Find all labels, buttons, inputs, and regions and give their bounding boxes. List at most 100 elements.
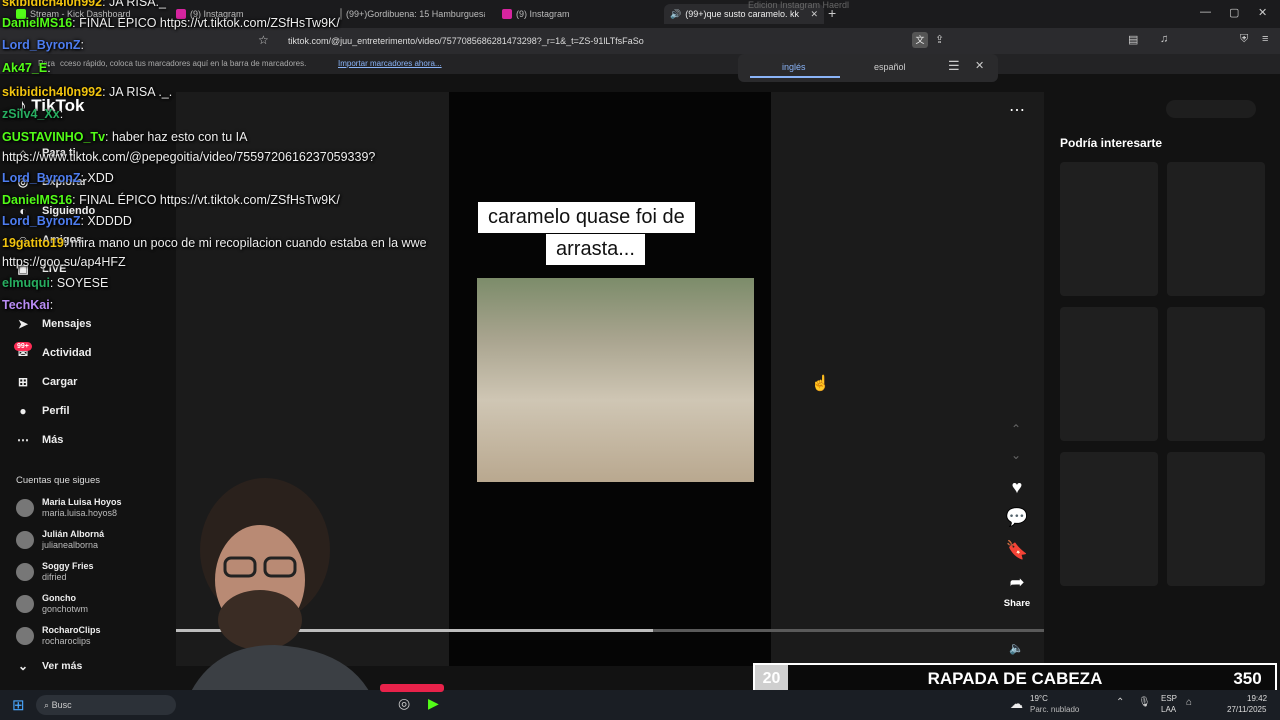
send-icon: ➤ — [17, 317, 29, 331]
chat-message: https://www.tiktok.com/@pepegoitia/video… — [2, 150, 376, 164]
taskbar-app-indicator — [380, 684, 444, 692]
chat-message: GUSTAVINHO_Tv: haber haz esto con tu IA — [2, 130, 248, 144]
chat-message: Lord_ByronZ: — [2, 38, 84, 52]
chevron-down-icon: ⌄ — [17, 659, 29, 673]
caption-line-2: arrasta... — [546, 234, 645, 265]
avatar — [16, 627, 34, 645]
lang-spanish-tab[interactable]: español — [874, 62, 906, 72]
goal-title: RAPADA DE CABEZA — [927, 669, 1103, 688]
followed-account[interactable]: Soggy Fries difried — [16, 561, 94, 583]
taskbar-search[interactable]: ⌕ Busc — [36, 695, 176, 715]
panel-controls — [1166, 100, 1256, 118]
language-indicator[interactable]: ESP — [1161, 694, 1177, 703]
music-icon[interactable]: ♫ — [1160, 33, 1168, 45]
activity-badge: 99+ — [14, 342, 32, 351]
shield-icon[interactable]: ⛨ — [1240, 33, 1248, 46]
volume-icon[interactable]: 🔈 — [1009, 641, 1024, 655]
recommended-video[interactable] — [1060, 307, 1158, 441]
video-caption: caramelo quase foi de arrasta... — [478, 202, 726, 266]
chat-message: Lord_ByronZ: XDD — [2, 171, 114, 185]
video-frame — [477, 278, 754, 482]
kick-taskbar-icon[interactable]: ▶ — [428, 695, 439, 712]
followed-account[interactable]: RocharoClips rocharoclips — [16, 625, 101, 647]
chat-message: DanielMS16: FINAL ÉPICO https://vt.tikto… — [2, 16, 340, 30]
chat-message: DanielMS16: FINAL ÉPICO https://vt.tikto… — [2, 193, 340, 207]
caption-line-1: caramelo quase foi de — [478, 202, 695, 233]
recommended-video[interactable] — [1060, 452, 1158, 586]
bookmarks-bar: Para cceso rápido, coloca tus marcadores… — [0, 54, 1280, 74]
translate-menu-icon[interactable]: ☰ — [948, 58, 960, 74]
share-icon[interactable]: ➦ — [1004, 572, 1030, 593]
chat-message: Lord_ByronZ: XDDDD — [2, 214, 132, 228]
clock-date: 27/11/2025 — [1227, 705, 1267, 714]
chat-message: zSilv4_Xx: — [2, 107, 64, 121]
goal-number: 20 — [755, 665, 788, 693]
clock-time[interactable]: 19:42 — [1247, 694, 1267, 703]
chat-message: skibidich4l0n992: JA RISA._ — [2, 0, 166, 9]
goal-value: 350 — [1233, 669, 1262, 688]
avatar — [16, 531, 34, 549]
import-bookmarks-link[interactable]: Importar marcadores ahora... — [338, 59, 442, 68]
followed-account[interactable]: Julián Alborná julianealborna — [16, 529, 104, 551]
chat-message: https://goo.su/ap4HFZ — [2, 255, 126, 269]
avatar — [16, 499, 34, 517]
profile-icon: ● — [19, 404, 27, 418]
instagram-icon — [502, 9, 512, 19]
followed-account[interactable]: Goncho gonchotwm — [16, 593, 88, 615]
weather-desc: Parc. nublado — [1030, 705, 1080, 714]
maximize-button[interactable]: ▢ — [1229, 6, 1239, 19]
nav-mensajes[interactable]: ➤ Mensajes — [16, 317, 92, 331]
followed-account[interactable]: Maria Luisa Hoyos maria.luisa.hoyos8 — [16, 497, 122, 519]
share-icon[interactable]: ⇪ — [935, 33, 944, 46]
tray-chevron-icon[interactable]: ⌃ — [1116, 697, 1124, 708]
tiktok-icon — [340, 8, 342, 20]
windows-taskbar: ⊞ ⌕ Busc ◎ ▶ ☁ 19°C Parc. nublado ⌃ 🎙 ES… — [0, 684, 1280, 720]
recommended-video[interactable] — [1167, 162, 1265, 296]
bookmark-icon[interactable]: ☆ — [258, 33, 269, 47]
microphone-icon[interactable]: 🎙 — [1138, 697, 1151, 708]
nav-cargar[interactable]: ⊞ Cargar — [16, 375, 78, 389]
network-icon[interactable]: ⌂ — [1186, 697, 1192, 708]
search-icon: ⌕ — [44, 700, 50, 710]
left-sidebar: ♪ TikTok ⌂ Para ti ◎ Explorar ◐ Siguiendo ☺… — [0, 74, 176, 690]
recommended-video[interactable] — [1060, 162, 1158, 296]
translate-popup: inglés español ☰ ✕ — [738, 54, 998, 82]
close-window-button[interactable]: ✕ — [1258, 6, 1267, 19]
faint-window-title: Edicion Instagram Haerdl — [748, 0, 850, 10]
see-more-button[interactable]: ⌄ Ver más — [16, 659, 82, 673]
lang-english-tab[interactable]: inglés — [782, 62, 806, 72]
chat-message: TechKai: — [2, 298, 54, 312]
following-heading: Cuentas que sigues — [16, 475, 100, 486]
sidebar-icon[interactable]: ▤ — [1128, 33, 1138, 46]
next-video-icon[interactable]: ⌄ — [1011, 448, 1021, 462]
recommended-video[interactable] — [1167, 452, 1265, 586]
active-tab-underline — [750, 76, 840, 78]
tab-instagram-2[interactable]: (9) Instagram — [502, 4, 642, 24]
nav-mas[interactable]: ⋯ Más — [16, 433, 63, 447]
avatar — [16, 595, 34, 613]
chrome-taskbar-icon[interactable]: ◎ — [398, 695, 410, 712]
weather-icon: ☁ — [1010, 696, 1023, 711]
bookmark-save-icon[interactable]: 🔖 — [1004, 540, 1030, 561]
nav-perfil[interactable]: ● Perfil — [16, 404, 69, 418]
url-field[interactable]: tiktok.com/@juu_entreterimento/video/757… — [288, 33, 918, 49]
close-icon[interactable]: ✕ — [975, 59, 984, 72]
more-options-icon[interactable]: ⋯ — [1009, 100, 1025, 120]
language-indicator-2: LAA — [1161, 705, 1177, 714]
close-tab-icon[interactable]: ✕ — [810, 9, 818, 20]
recommend-title: Podría interesarte — [1060, 136, 1163, 150]
speaker-icon: 🔊 — [670, 8, 682, 19]
previous-video-icon[interactable]: ⌃ — [1011, 422, 1021, 436]
chat-message: 19gatito19: mira mano un poco de mi reco… — [2, 236, 427, 250]
weather-temp: 19°C — [1030, 694, 1048, 703]
share-label: Share — [1003, 598, 1031, 609]
chat-message: elmuqui: SOYESE — [2, 276, 109, 290]
minimize-button[interactable]: — — [1200, 6, 1211, 18]
recommended-video[interactable] — [1167, 307, 1265, 441]
tab-gordibuena[interactable]: (99+)Gordibuena: 15 Hamburguesas — [340, 4, 485, 24]
menu-icon[interactable]: ≡ — [1262, 33, 1268, 45]
comment-icon[interactable]: 💬 — [1004, 507, 1030, 528]
windows-start-icon[interactable]: ⊞ — [12, 696, 25, 714]
like-icon[interactable]: ♥ — [1004, 477, 1030, 498]
hand-cursor-icon: ☝ — [811, 375, 830, 392]
